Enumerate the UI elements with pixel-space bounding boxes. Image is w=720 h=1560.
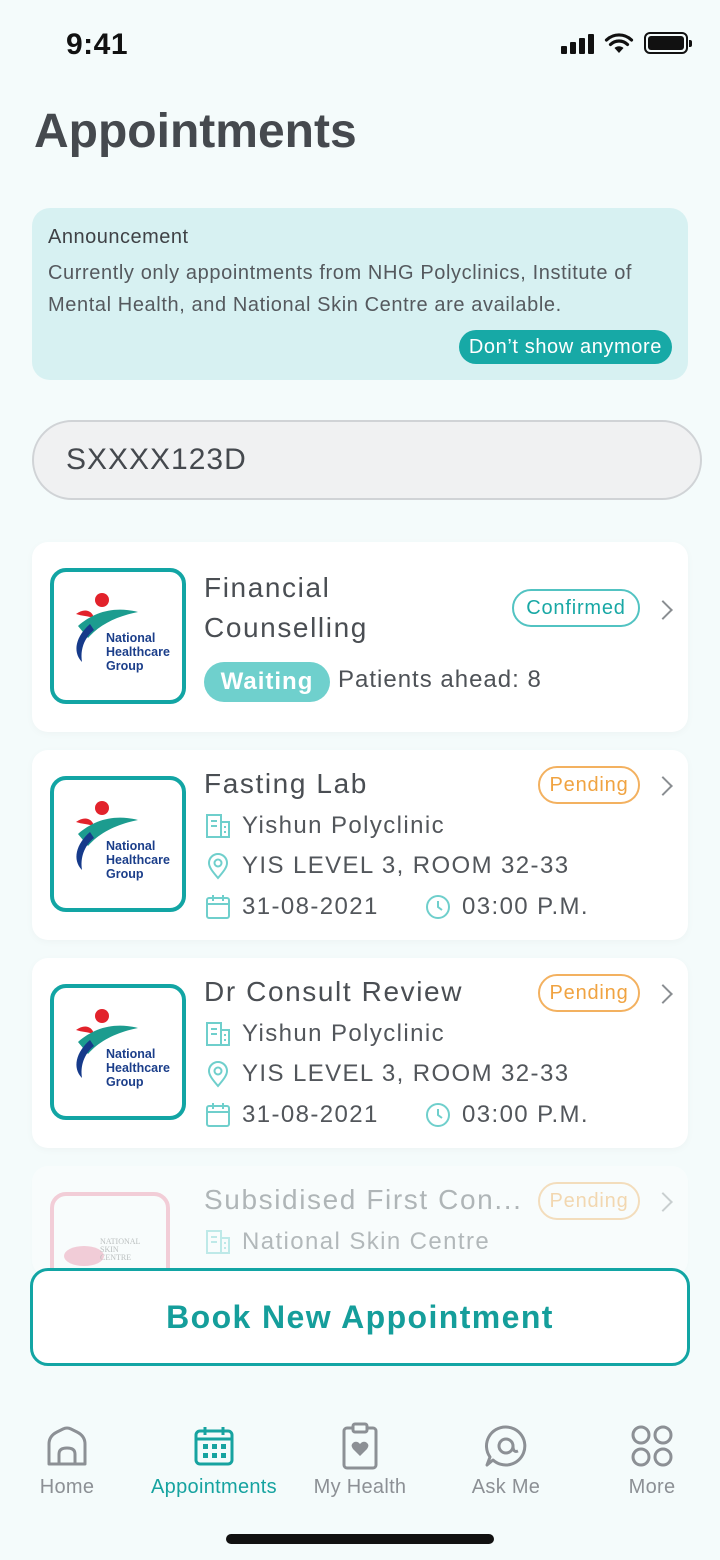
dont-show-anymore-button[interactable]: Don’t show anymore <box>458 330 672 364</box>
appointment-date: 31-08-2021 <box>242 1101 379 1128</box>
nav-item-appointments[interactable]: Appointments <box>141 1420 287 1499</box>
date-row: 31-08-2021 <box>204 893 379 921</box>
nav-item-home[interactable]: Home <box>0 1420 140 1499</box>
cellular-signal-icon <box>561 32 594 54</box>
chevron-right-icon <box>653 776 673 796</box>
chevron-right-icon <box>653 600 673 620</box>
location-pin-icon <box>207 853 229 880</box>
location-text: YIS LEVEL 3, ROOM 32-33 <box>242 1060 570 1087</box>
announcement-banner: Announcement Currently only appointments… <box>32 208 688 380</box>
appointment-time: 03:00 P.M. <box>462 893 589 920</box>
calendar-icon <box>206 1103 230 1127</box>
appointment-title: Financial <box>204 572 331 603</box>
nhg-logo: National Healthcare Group <box>50 776 186 912</box>
nav-label: More <box>628 1476 676 1498</box>
appointment-card-financial-counselling[interactable]: National Healthcare Group Financial Coun… <box>32 542 688 732</box>
svg-text:Group: Group <box>106 659 144 673</box>
appointment-title: Fasting Lab <box>204 768 368 799</box>
home-indicator <box>226 1534 494 1544</box>
clinic-row: National Skin Centre <box>204 1228 490 1256</box>
nhg-logo: National Healthcare Group <box>50 568 186 704</box>
clinic-row: Yishun Polyclinic <box>204 812 445 840</box>
appointment-date: 31-08-2021 <box>242 893 379 920</box>
svg-text:Healthcare: Healthcare <box>106 1061 170 1075</box>
building-icon <box>206 814 230 838</box>
appointment-title: Subsidised First Con... <box>204 1184 523 1215</box>
book-new-appointment-button[interactable]: Book New Appointment <box>30 1268 690 1366</box>
status-time: 9:41 <box>66 28 129 61</box>
appointment-card-fasting-lab[interactable]: National Healthcare Group Fasting Lab Pe… <box>32 750 688 940</box>
nav-item-more[interactable]: More <box>579 1420 720 1499</box>
status-bar: 9:41 <box>0 0 720 90</box>
home-icon <box>47 1426 87 1466</box>
chevron-right-icon <box>653 984 673 1004</box>
nav-item-my-health[interactable]: My Health <box>287 1420 433 1499</box>
nav-item-ask-me[interactable]: Ask Me <box>433 1420 579 1499</box>
clinic-name: Yishun Polyclinic <box>242 812 445 839</box>
nhg-logo-mark: National Healthcare Group <box>76 593 170 673</box>
appointment-title: Dr Consult Review <box>204 976 464 1007</box>
appointment-card-dr-consult-review[interactable]: National Healthcare Group Dr Consult Rev… <box>32 958 688 1148</box>
announcement-body: Currently only appointments from NHG Pol… <box>48 262 633 316</box>
nav-label: Ask Me <box>471 1476 541 1498</box>
building-icon <box>206 1022 230 1046</box>
svg-text:Healthcare: Healthcare <box>106 645 170 659</box>
grid-icon <box>631 1425 673 1467</box>
time-row: 03:00 P.M. <box>424 893 589 921</box>
calendar-icon <box>206 895 230 919</box>
patient-id-selector[interactable]: SXXXX123D <box>32 420 702 500</box>
svg-text:Group: Group <box>106 867 144 881</box>
status-icons <box>561 32 692 54</box>
appointment-title-continued: Counselling <box>204 612 368 643</box>
clock-icon <box>426 895 450 919</box>
location-text: YIS LEVEL 3, ROOM 32-33 <box>242 852 570 879</box>
calendar-icon <box>194 1427 234 1466</box>
page-title: Appointments <box>34 105 357 158</box>
appointment-card-subsidised-first-consult[interactable]: NATIONAL SKIN CENTRE Subsidised First Co… <box>32 1166 688 1276</box>
status-badge: Pending <box>538 1182 640 1220</box>
location-pin-icon <box>207 1061 229 1088</box>
clipboard-heart-icon <box>342 1422 378 1470</box>
clinic-name: Yishun Polyclinic <box>242 1020 445 1047</box>
appointment-time: 03:00 P.M. <box>462 1101 589 1128</box>
clinic-row: Yishun Polyclinic <box>204 1020 445 1048</box>
patients-ahead-count: Patients ahead: 8 <box>338 666 542 693</box>
time-row: 03:00 P.M. <box>424 1101 589 1129</box>
nav-label: Appointments <box>151 1476 277 1498</box>
svg-text:Healthcare: Healthcare <box>106 853 170 867</box>
announcement-heading: Announcement <box>48 226 189 248</box>
svg-text:Group: Group <box>106 1075 144 1089</box>
svg-text:National: National <box>106 631 155 645</box>
nav-label: Home <box>39 1476 95 1498</box>
clock-icon <box>426 1103 450 1127</box>
building-icon <box>206 1230 230 1254</box>
nhg-logo: National Healthcare Group <box>50 984 186 1120</box>
chevron-right-icon <box>653 1192 673 1212</box>
battery-icon <box>644 32 692 54</box>
chat-icon <box>485 1425 527 1467</box>
queue-status-badge: Waiting <box>204 662 330 702</box>
clinic-name: National Skin Centre <box>242 1228 491 1255</box>
status-badge: Pending <box>538 974 640 1012</box>
svg-text:CENTRE: CENTRE <box>100 1253 131 1262</box>
svg-text:National: National <box>106 1047 155 1061</box>
app-screen: 9:41 Appointments Announcement Currently… <box>0 0 720 1560</box>
status-badge: Pending <box>538 766 640 804</box>
svg-text:National: National <box>106 839 155 853</box>
location-row: YIS LEVEL 3, ROOM 32-33 <box>204 852 569 880</box>
status-badge: Confirmed <box>512 589 640 627</box>
date-row: 31-08-2021 <box>204 1101 379 1129</box>
nsc-logo: NATIONAL SKIN CENTRE <box>50 1192 170 1276</box>
wifi-icon <box>604 33 634 53</box>
nav-label: My Health <box>313 1476 407 1498</box>
location-row: YIS LEVEL 3, ROOM 32-33 <box>204 1060 569 1088</box>
